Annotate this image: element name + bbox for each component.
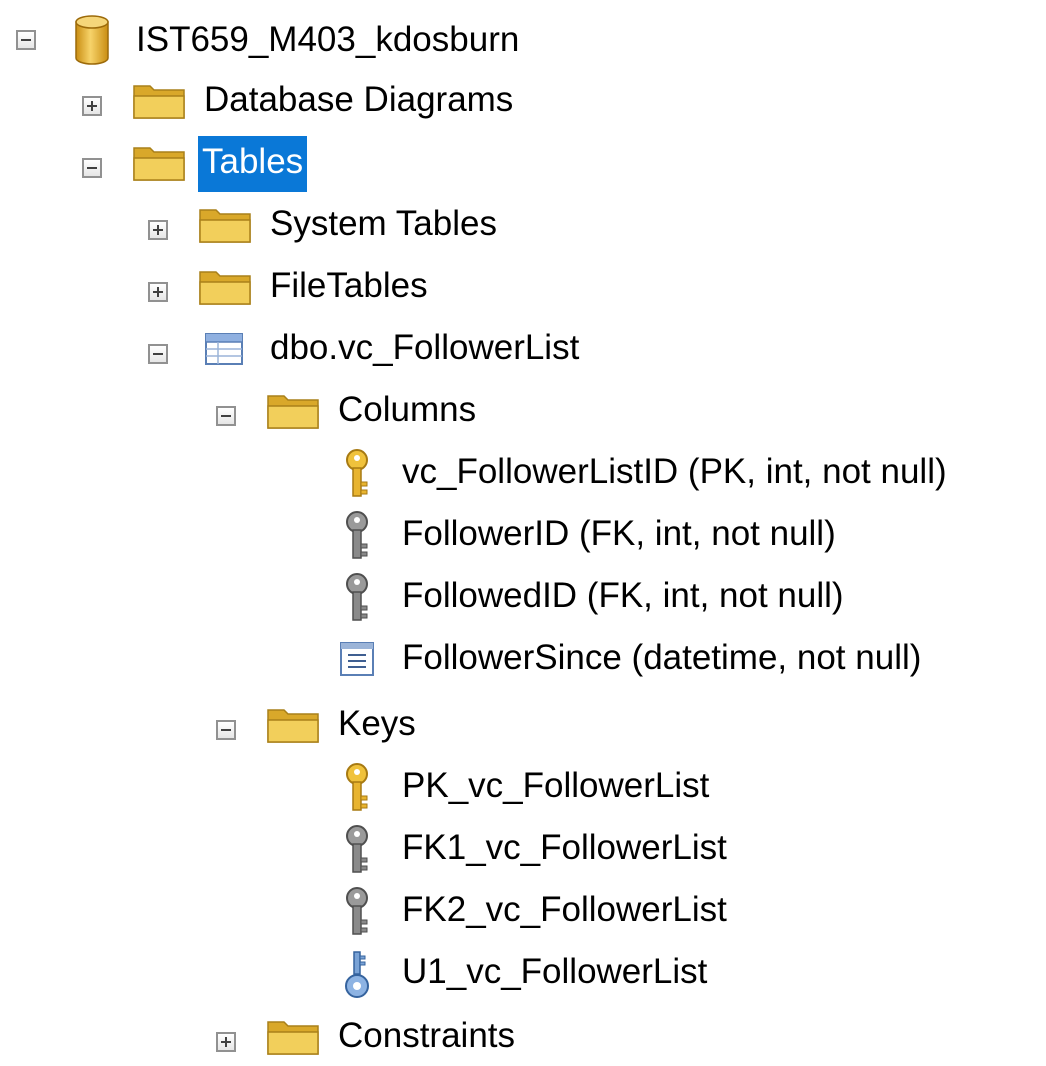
object-explorer-tree: IST659_M403_kdosburn Database Diagrams T… (0, 0, 1046, 1059)
constraints-label: Constraints (338, 1016, 516, 1055)
folder-icon (199, 271, 251, 305)
tree-node-constraints[interactable]: Constraints (0, 1010, 700, 1066)
filetables-label: FileTables (270, 266, 428, 305)
tree-node-key[interactable]: PK_vc_FollowerList (0, 760, 800, 816)
tree-node-filetables[interactable]: FileTables (0, 260, 600, 316)
database-label: IST659_M403_kdosburn (136, 20, 520, 59)
columns-label: Columns (338, 390, 477, 429)
foreign-key-icon (346, 573, 368, 621)
primary-key-icon (346, 763, 368, 811)
folder-icon (133, 85, 185, 119)
keys-label: Keys (338, 704, 416, 743)
tree-node-column[interactable]: FollowerID (FK, int, not null) (0, 508, 1046, 564)
table-label: dbo.vc_FollowerList (270, 328, 580, 367)
key-label: PK_vc_FollowerList (402, 766, 710, 805)
tree-node-system-tables[interactable]: System Tables (0, 198, 600, 254)
tree-node-key[interactable]: FK2_vc_FollowerList (0, 884, 800, 940)
unique-key-icon (345, 951, 369, 998)
foreign-key-icon (346, 511, 368, 559)
tree-node-key[interactable]: U1_vc_FollowerList (0, 946, 800, 1002)
expand-toggle[interactable] (148, 282, 168, 302)
database-icon (75, 15, 109, 65)
folder-icon (267, 395, 319, 429)
collapse-toggle[interactable] (82, 158, 102, 178)
tree-node-keys[interactable]: Keys (0, 698, 700, 754)
tree-node-table-vc-followerlist[interactable]: dbo.vc_FollowerList (0, 322, 700, 378)
expand-toggle[interactable] (216, 1032, 236, 1052)
tree-node-column[interactable]: FollowedID (FK, int, not null) (0, 570, 1046, 626)
database-diagrams-label: Database Diagrams (204, 80, 514, 119)
column-label: FollowerID (FK, int, not null) (402, 514, 836, 553)
expand-toggle[interactable] (82, 96, 102, 116)
column-icon (340, 642, 374, 676)
tables-label: Tables (198, 136, 308, 192)
table-icon (205, 333, 243, 365)
collapse-toggle[interactable] (216, 720, 236, 740)
tree-node-database[interactable]: IST659_M403_kdosburn (0, 14, 600, 70)
collapse-toggle[interactable] (148, 344, 168, 364)
primary-key-icon (346, 449, 368, 497)
collapse-toggle[interactable] (216, 406, 236, 426)
tree-node-column[interactable]: FollowerSince (datetime, not null) (0, 632, 1046, 688)
tree-node-key[interactable]: FK1_vc_FollowerList (0, 822, 800, 878)
foreign-key-icon (346, 887, 368, 935)
key-label: FK2_vc_FollowerList (402, 890, 727, 929)
system-tables-label: System Tables (270, 204, 497, 243)
folder-icon (267, 1021, 319, 1055)
folder-icon (199, 209, 251, 243)
foreign-key-icon (346, 825, 368, 873)
folder-icon (267, 709, 319, 743)
column-label: FollowerSince (datetime, not null) (402, 638, 922, 677)
expand-toggle[interactable] (148, 220, 168, 240)
column-label: FollowedID (FK, int, not null) (402, 576, 844, 615)
tree-node-database-diagrams[interactable]: Database Diagrams (0, 74, 600, 130)
collapse-toggle[interactable] (16, 30, 36, 50)
key-label: U1_vc_FollowerList (402, 952, 708, 991)
folder-icon (133, 147, 185, 181)
key-label: FK1_vc_FollowerList (402, 828, 727, 867)
tree-node-column[interactable]: vc_FollowerListID (PK, int, not null) (0, 446, 1046, 502)
tree-node-columns[interactable]: Columns (0, 384, 700, 440)
column-label: vc_FollowerListID (PK, int, not null) (402, 452, 947, 491)
tree-node-tables[interactable]: Tables (0, 136, 600, 192)
